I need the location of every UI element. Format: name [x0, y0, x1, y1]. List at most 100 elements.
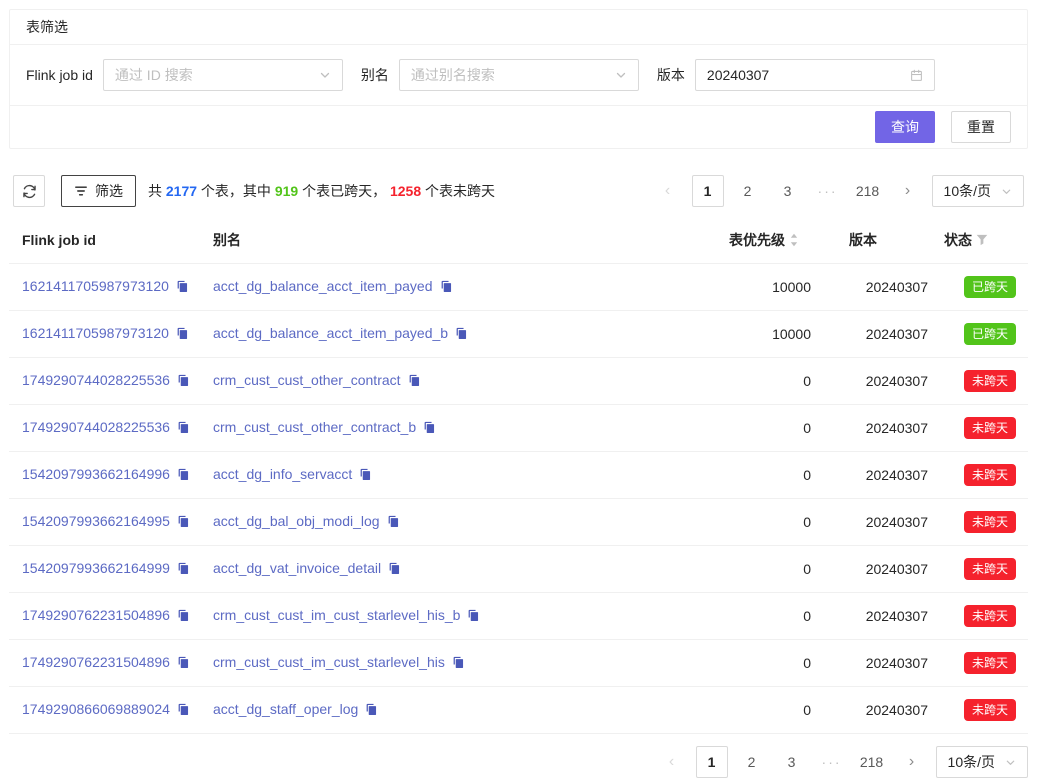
copy-icon[interactable]: [452, 656, 465, 672]
alias-link[interactable]: acct_dg_vat_invoice_detail: [213, 560, 381, 576]
alias-link[interactable]: crm_cust_cust_im_cust_starlevel_his: [213, 654, 445, 670]
page-size-select[interactable]: 10条/页: [936, 746, 1028, 778]
alias-cell: crm_cust_cust_other_contract_b: [205, 405, 721, 452]
sort-icon[interactable]: [789, 233, 799, 247]
status-badge: 未跨天: [964, 652, 1016, 674]
flink-job-id-link[interactable]: 1621411705987973120: [22, 325, 169, 341]
priority-cell: 0: [721, 358, 841, 405]
query-button[interactable]: 查询: [875, 111, 935, 143]
version-date-value: 20240307: [707, 67, 769, 83]
alias-link[interactable]: acct_dg_info_servacct: [213, 466, 352, 482]
alias-select[interactable]: 通过别名搜索: [399, 59, 639, 91]
refresh-icon: [22, 184, 37, 199]
column-header-priority[interactable]: 表优先级: [721, 217, 841, 264]
version-cell: 20240307: [841, 452, 936, 499]
alias-link[interactable]: acct_dg_staff_oper_log: [213, 701, 358, 717]
alias-link[interactable]: acct_dg_balance_acct_item_payed: [213, 278, 433, 294]
copy-icon[interactable]: [455, 327, 468, 343]
filter-toggle-button[interactable]: 筛选: [61, 175, 136, 207]
column-header-status[interactable]: 状态: [936, 217, 1028, 264]
alias-link[interactable]: acct_dg_balance_acct_item_payed_b: [213, 325, 448, 341]
flink-job-id-link[interactable]: 1749290762231504896: [22, 654, 170, 670]
flink-job-id-cell: 1749290744028225536: [9, 405, 205, 452]
filter-actions-row: 查询 重置: [10, 106, 1027, 148]
flink-job-id-cell: 1749290762231504896: [9, 593, 205, 640]
refresh-button[interactable]: [13, 175, 45, 207]
version-date-input[interactable]: 20240307: [695, 59, 935, 91]
copy-icon[interactable]: [177, 562, 190, 578]
next-page-button[interactable]: ›: [892, 175, 924, 207]
flink-job-id-link[interactable]: 1749290744028225536: [22, 419, 170, 435]
copy-icon[interactable]: [177, 656, 190, 672]
alias-cell: crm_cust_cust_im_cust_starlevel_his_b: [205, 593, 721, 640]
copy-icon[interactable]: [177, 374, 190, 390]
page-button-218[interactable]: 218: [856, 746, 888, 778]
total-count: 2177: [166, 183, 197, 199]
copy-icon[interactable]: [408, 374, 421, 390]
page-button-2[interactable]: 2: [732, 175, 764, 207]
copy-icon[interactable]: [177, 703, 190, 719]
alias-link[interactable]: crm_cust_cust_other_contract: [213, 372, 401, 388]
version-cell: 20240307: [841, 405, 936, 452]
priority-cell: 10000: [721, 264, 841, 311]
column-header-flink-job-id: Flink job id: [9, 217, 205, 264]
table-row: 1542097993662164995 acct_dg_bal_obj_modi…: [9, 499, 1028, 546]
column-header-alias: 别名: [205, 217, 721, 264]
status-badge: 未跨天: [964, 699, 1016, 721]
flink-job-id-link[interactable]: 1542097993662164996: [22, 466, 170, 482]
page-size-select[interactable]: 10条/页: [932, 175, 1024, 207]
flink-job-id-select[interactable]: 通过 ID 搜索: [103, 59, 343, 91]
flink-job-id-link[interactable]: 1749290762231504896: [22, 607, 170, 623]
copy-icon[interactable]: [388, 562, 401, 578]
summary-text: 共: [148, 183, 166, 199]
flink-job-id-link[interactable]: 1749290744028225536: [22, 372, 170, 388]
copy-icon[interactable]: [387, 515, 400, 531]
copy-icon[interactable]: [467, 609, 480, 625]
version-cell: 20240307: [841, 311, 936, 358]
page-button-3[interactable]: 3: [772, 175, 804, 207]
status-cell: 未跨天: [936, 687, 1028, 734]
page-size-label: 10条/页: [948, 752, 995, 772]
flink-job-id-link[interactable]: 1542097993662164999: [22, 560, 170, 576]
page-button-3[interactable]: 3: [776, 746, 808, 778]
page-button-1[interactable]: 1: [696, 746, 728, 778]
filter-funnel-icon[interactable]: [976, 234, 988, 246]
prev-page-button[interactable]: ‹: [652, 175, 684, 207]
status-badge: 未跨天: [964, 511, 1016, 533]
copy-icon[interactable]: [176, 327, 189, 343]
copy-icon[interactable]: [177, 515, 190, 531]
copy-icon[interactable]: [359, 468, 372, 484]
status-cell: 未跨天: [936, 358, 1028, 405]
flink-job-id-link[interactable]: 1621411705987973120: [22, 278, 169, 294]
page-jump-ellipsis[interactable]: ···: [812, 183, 844, 199]
page-button-2[interactable]: 2: [736, 746, 768, 778]
copy-icon[interactable]: [365, 703, 378, 719]
flink-job-id-cell: 1621411705987973120: [9, 311, 205, 358]
status-cell: 未跨天: [936, 499, 1028, 546]
flink-job-id-link[interactable]: 1542097993662164995: [22, 513, 170, 529]
status-cell: 未跨天: [936, 452, 1028, 499]
priority-cell: 0: [721, 499, 841, 546]
copy-icon[interactable]: [177, 468, 190, 484]
calendar-icon: [910, 69, 923, 82]
prev-page-button[interactable]: ‹: [656, 746, 688, 778]
copy-icon[interactable]: [440, 280, 453, 296]
next-page-button[interactable]: ›: [896, 746, 928, 778]
copy-icon[interactable]: [177, 609, 190, 625]
flink-job-id-cell: 1749290866069889024: [9, 687, 205, 734]
alias-link[interactable]: crm_cust_cust_other_contract_b: [213, 419, 416, 435]
alias-link[interactable]: acct_dg_bal_obj_modi_log: [213, 513, 380, 529]
flink-job-id-link[interactable]: 1749290866069889024: [22, 701, 170, 717]
copy-icon[interactable]: [423, 421, 436, 437]
copy-icon[interactable]: [176, 280, 189, 296]
page-jump-ellipsis[interactable]: ···: [816, 754, 848, 770]
page-button-1[interactable]: 1: [692, 175, 724, 207]
alias-cell: crm_cust_cust_other_contract: [205, 358, 721, 405]
table-row: 1749290762231504896 crm_cust_cust_im_cus…: [9, 593, 1028, 640]
version-label: 版本: [657, 65, 685, 85]
copy-icon[interactable]: [177, 421, 190, 437]
reset-button[interactable]: 重置: [951, 111, 1011, 143]
alias-link[interactable]: crm_cust_cust_im_cust_starlevel_his_b: [213, 607, 460, 623]
page-button-218[interactable]: 218: [852, 175, 884, 207]
toolbar: 筛选 共 2177 个表，其中 919 个表已跨天， 1258 个表未跨天 ‹1…: [9, 175, 1028, 207]
